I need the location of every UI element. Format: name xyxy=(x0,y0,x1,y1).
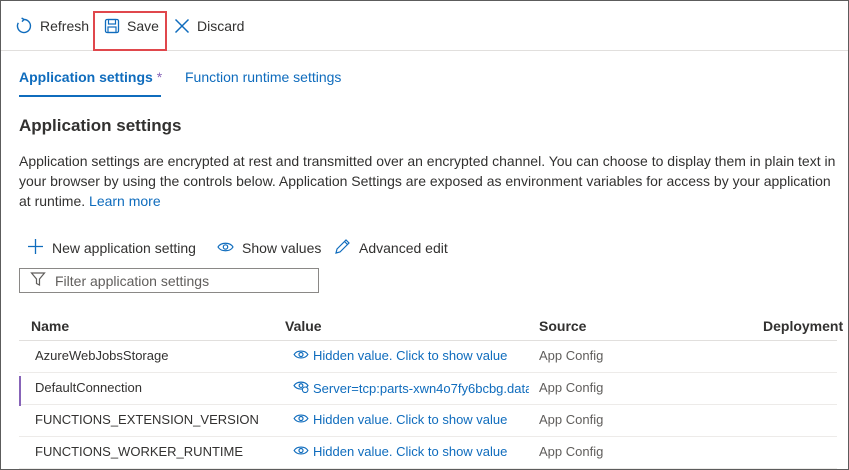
new-setting-label: New application setting xyxy=(52,240,196,256)
discard-button[interactable]: Discard xyxy=(174,14,244,38)
setting-source: App Config xyxy=(539,380,604,395)
setting-value-text: Hidden value. Click to show value xyxy=(313,444,508,459)
discard-label: Discard xyxy=(197,18,245,34)
setting-source: App Config xyxy=(539,348,604,363)
active-tab-underline xyxy=(19,95,161,97)
section-title: Application settings xyxy=(19,116,182,135)
filter-input[interactable] xyxy=(55,272,295,289)
setting-name: FUNCTIONS_EXTENSION_VERSION xyxy=(35,412,259,427)
setting-value-link[interactable]: Hidden value. Click to show value xyxy=(293,444,529,459)
table-row[interactable]: FUNCTIONS_EXTENSION_VERSION Hidden value… xyxy=(19,405,837,437)
column-header-name[interactable]: Name xyxy=(31,318,69,334)
column-header-value[interactable]: Value xyxy=(285,318,322,334)
table-header: Name Value Source Deployment xyxy=(19,309,843,341)
show-values-button[interactable]: Show values xyxy=(217,237,321,259)
app-settings-window: Refresh Save Discard Application setting… xyxy=(0,0,849,470)
save-icon xyxy=(104,18,120,34)
show-values-label: Show values xyxy=(242,240,322,256)
setting-value-link[interactable]: Server=tcp:parts-xwn4o7fy6bcbg.database.… xyxy=(293,380,529,396)
setting-name: FUNCTIONS_WORKER_RUNTIME xyxy=(35,444,244,459)
advanced-edit-label: Advanced edit xyxy=(359,240,448,256)
setting-name: DefaultConnection xyxy=(35,380,142,395)
eye-icon xyxy=(293,412,309,427)
tab-label: Function runtime settings xyxy=(185,69,342,85)
new-application-setting-button[interactable]: New application setting xyxy=(27,237,196,259)
setting-source: App Config xyxy=(539,412,604,427)
close-icon xyxy=(174,18,190,34)
table-row[interactable]: FUNCTIONS_WORKER_RUNTIME Hidden value. C… xyxy=(19,437,837,469)
eye-icon xyxy=(293,348,309,363)
table-row[interactable]: DefaultConnection Server=tcp:parts-xwn4o… xyxy=(19,373,837,406)
setting-source: App Config xyxy=(539,444,604,459)
setting-value-link[interactable]: Hidden value. Click to show value xyxy=(293,412,529,427)
command-bar: Refresh Save Discard xyxy=(1,1,848,51)
advanced-edit-button[interactable]: Advanced edit xyxy=(334,237,448,259)
eye-icon xyxy=(293,444,309,459)
column-header-source[interactable]: Source xyxy=(539,318,586,334)
tab-application-settings[interactable]: Application settings * xyxy=(19,63,162,97)
learn-more-link[interactable]: Learn more xyxy=(89,193,161,209)
plus-icon xyxy=(27,238,44,258)
save-button[interactable]: Save xyxy=(104,14,159,38)
setting-value-link[interactable]: Hidden value. Click to show value xyxy=(293,348,529,363)
filter-box xyxy=(19,268,319,293)
eye-link-icon xyxy=(293,380,309,396)
tab-function-runtime-settings[interactable]: Function runtime settings xyxy=(185,63,341,97)
table-row[interactable]: AzureWebJobsStorage Hidden value. Click … xyxy=(19,341,837,373)
pencil-icon xyxy=(334,238,351,258)
setting-value-text: Server=tcp:parts-xwn4o7fy6bcbg.database.… xyxy=(313,380,529,396)
refresh-label: Refresh xyxy=(40,18,90,34)
column-header-deployment[interactable]: Deployment xyxy=(763,318,843,334)
filter-icon xyxy=(30,271,46,290)
tab-label: Application settings xyxy=(19,69,153,85)
save-label: Save xyxy=(127,18,159,34)
refresh-button[interactable]: Refresh xyxy=(15,14,89,38)
setting-value-text: Hidden value. Click to show value xyxy=(313,348,508,363)
section-description: Application settings are encrypted at re… xyxy=(19,151,841,211)
eye-icon xyxy=(217,240,234,256)
setting-value-text: Hidden value. Click to show value xyxy=(313,412,508,427)
refresh-icon xyxy=(15,17,33,35)
setting-name: AzureWebJobsStorage xyxy=(35,348,169,363)
modified-mark: * xyxy=(156,69,163,85)
